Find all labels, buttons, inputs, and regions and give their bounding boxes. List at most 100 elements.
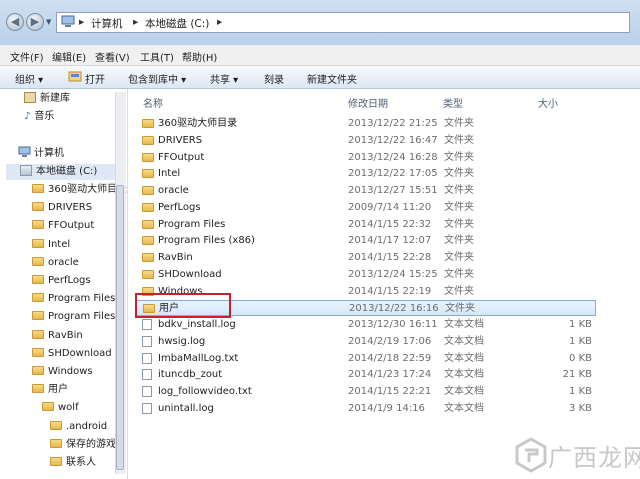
text-file-icon [142,352,152,364]
address-bar-area: ◀ ▶ ▼ ▸ 计算机 ▸ 本地磁盘 (C:) ▸ [0,0,640,45]
folder-icon [32,256,44,266]
nav-item-contacts[interactable]: 联系人 [50,455,96,471]
highlight-box [135,293,231,318]
file-date: 2013/12/27 15:51 [348,185,438,196]
watermark-text: 广西龙网 [548,444,640,472]
nav-item-label: 新建库 [40,93,70,104]
file-row[interactable]: bdkv_install.log 2013/12/30 16:11 文本文档 1 KB [136,317,596,333]
column-header-name[interactable]: 名称 [143,95,163,110]
folder-row[interactable]: FFOutput 2013/12/24 16:28 文件夹 [136,150,596,166]
address-field[interactable]: ▸ 计算机 ▸ 本地磁盘 (C:) ▸ [56,12,630,33]
file-row[interactable]: log_followvideo.txt 2014/1/15 22:21 文本文档 1 … [136,384,596,400]
file-date: 2013/12/30 16:11 [348,319,438,330]
folder-row[interactable]: DRIVERS 2013/12/22 16:47 文件夹 [136,133,596,149]
folder-icon [142,219,154,229]
folder-row[interactable]: Program Files (x86) 2014/1/17 12:07 文件夹 [136,233,596,249]
folder-row[interactable]: SHDownload 2013/12/24 15:25 文件夹 [136,267,596,283]
nav-item-drive-c[interactable]: 本地磁盘 (C:) [6,164,116,180]
folder-row[interactable]: Program Files 2014/1/15 22:32 文件夹 [136,217,596,233]
menu-bar: 文件(F) 编辑(E) 查看(V) 工具(T) 帮助(H) [0,45,640,66]
breadcrumb-drive[interactable]: 本地磁盘 (C:) [145,16,209,31]
folder-row[interactable]: 360驱动大师目录 2013/12/22 21:25 文件夹 [136,116,596,132]
file-date: 2014/2/19 17:06 [348,335,432,347]
drive-icon [20,165,32,176]
nav-item-label: wolf [58,402,79,413]
nav-item-saved-games[interactable]: 保存的游戏 [50,437,116,453]
nav-item-folder[interactable]: SHDownload [32,346,112,362]
file-date: 2013/12/24 15:25 [348,268,438,280]
folder-icon [142,253,154,262]
nav-item-folder[interactable]: oracle [32,255,79,271]
file-row[interactable]: hwsig.log 2014/2/19 17:06 文本文档 1 KB [136,334,596,350]
menu-edit[interactable]: 编辑(E) [52,49,86,64]
nav-scrollbar-thumb[interactable] [116,185,124,470]
nav-item-label: .android [66,421,108,432]
folder-icon [32,202,44,212]
file-type: 文本文档 [444,319,484,330]
column-header-date[interactable]: 修改日期 [348,95,388,110]
file-size: 3 KB [569,402,592,414]
nav-item-folder[interactable]: Windows [32,364,93,380]
nav-item-computer[interactable]: 计算机 [18,146,64,162]
nav-item-folder[interactable]: Program Files [32,291,115,307]
menu-help[interactable]: 帮助(H) [182,49,217,64]
nav-item-wolf[interactable]: wolf [42,400,79,416]
nav-item-folder[interactable]: FFOutput [32,218,94,234]
file-row[interactable]: ImbaMallLog.txt 2014/2/18 22:59 文本文档 0 KB [136,351,596,367]
folder-icon [142,236,154,246]
new-folder-button[interactable]: 新建文件夹 [307,71,357,86]
nav-item-folder[interactable]: 用户 [32,382,68,398]
breadcrumb-computer[interactable]: 计算机 [91,16,123,31]
nav-item-new-library[interactable]: 新建库 [24,91,70,107]
include-in-library-button[interactable]: 包含到库中 ▾ [128,71,186,86]
back-button[interactable]: ◀ [6,13,24,31]
file-size: 21 KB [562,369,592,381]
watermark-logo-icon [515,437,547,473]
nav-item-folder[interactable]: PerfLogs [32,273,91,289]
library-icon [24,92,36,103]
file-name: oracle [158,185,189,196]
forward-button[interactable]: ▶ [26,13,44,31]
column-header-type[interactable]: 类型 [443,95,463,110]
file-type: 文件夹 [444,235,474,247]
file-type: 文件夹 [444,134,474,146]
file-size: 0 KB [569,352,592,364]
file-name: Program Files (x86) [158,235,255,247]
nav-item-folder[interactable]: Intel [32,237,70,253]
file-type: 文件夹 [444,168,474,180]
nav-item-label: Windows [48,366,93,377]
column-header-size[interactable]: 大小 [538,95,558,110]
nav-item-label: oracle [48,256,79,268]
menu-tools[interactable]: 工具(T) [140,49,174,64]
file-type: 文本文档 [444,402,484,414]
file-type: 文件夹 [444,252,474,263]
burn-button[interactable]: 刻录 [264,71,284,86]
nav-item-music[interactable]: ♪ 音乐 [24,109,54,125]
recent-pages-chevron-icon[interactable]: ▼ [46,18,51,26]
nav-item-folder[interactable]: Program Files [32,309,115,325]
folder-icon [32,220,44,230]
nav-item-folder[interactable]: DRIVERS [32,200,92,216]
folder-row[interactable]: oracle 2013/12/27 15:51 文件夹 [136,183,596,199]
folder-row[interactable]: RavBin 2014/1/15 22:28 文件夹 [136,250,596,266]
nav-item-folder[interactable]: 360驱动大师目录 [32,182,127,198]
nav-item-label: 本地磁盘 (C:) [36,166,98,177]
nav-item-android[interactable]: .android [50,419,107,435]
file-date: 2013/12/22 21:25 [348,118,438,129]
pane-splitter[interactable] [127,89,128,479]
file-row[interactable]: unintall.log 2014/1/9 14:16 文本文档 3 KB [136,401,596,417]
file-row[interactable]: ituncdb_zout 2014/1/23 17:24 文本文档 21 KB [136,367,596,383]
open-button[interactable]: 打开 [85,71,105,86]
menu-view[interactable]: 查看(V) [95,49,130,64]
file-name: SHDownload [158,268,222,280]
share-button[interactable]: 共享 ▾ [210,71,238,86]
nav-item-folder[interactable]: RavBin [32,328,83,344]
menu-file[interactable]: 文件(F) [10,49,44,64]
folder-icon [42,402,54,411]
folder-icon [50,439,62,448]
nav-item-label: RavBin [48,329,83,341]
folder-row[interactable]: Intel 2013/12/22 17:05 文件夹 [136,166,596,182]
folder-row[interactable]: PerfLogs 2009/7/14 11:20 文件夹 [136,200,596,216]
file-type: 文件夹 [444,201,474,213]
organize-button[interactable]: 组织 ▾ [15,71,43,86]
